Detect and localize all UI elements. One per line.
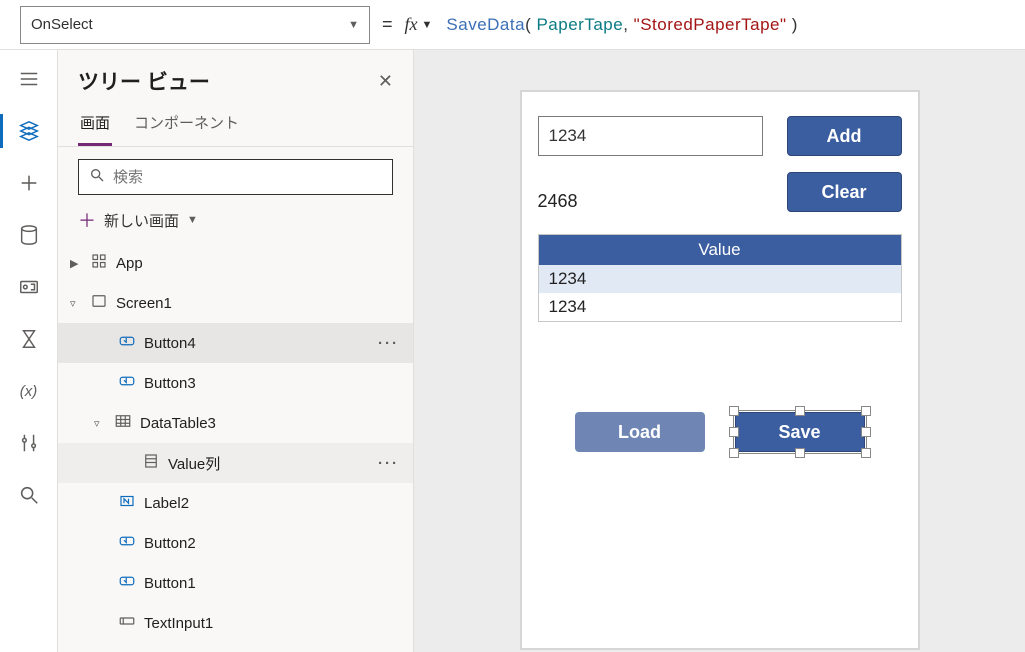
chevron-down-icon: ▼	[187, 214, 198, 226]
add-button-label: Add	[827, 126, 862, 147]
tree-view-pane: ツリー ビュー ✕ 画面 コンポーネント ＋ 新しい画面 ▼ ▶ App ▿	[58, 50, 414, 652]
clear-button-label: Clear	[821, 182, 866, 203]
label2-control: 2468	[538, 191, 578, 212]
powerfx-icon[interactable]	[18, 328, 40, 350]
tree-item-button2[interactable]: Button2	[58, 523, 413, 563]
formula-ident: PaperTape	[536, 15, 623, 34]
save-button-selected[interactable]: Save	[735, 412, 865, 452]
tree-item-label: DataTable3	[140, 415, 216, 432]
textinput-icon	[118, 612, 136, 634]
clear-button[interactable]: Clear	[787, 172, 902, 212]
screen-icon	[90, 292, 108, 314]
tree-view-icon[interactable]	[18, 120, 40, 142]
load-button-label: Load	[618, 422, 661, 443]
hamburger-icon[interactable]	[18, 68, 40, 90]
tree-item-valuecol[interactable]: Value列 ···	[58, 443, 413, 483]
tab-screens[interactable]: 画面	[78, 104, 112, 146]
chevron-down-icon[interactable]: ▼	[422, 19, 433, 31]
screen-canvas[interactable]: 1234 Add 2468 Clear Value 1234 1234 Loa	[520, 90, 920, 650]
fx-label[interactable]: fx	[405, 14, 418, 35]
save-button[interactable]: Save	[735, 412, 865, 452]
more-icon[interactable]: ···	[378, 335, 399, 352]
tree-search-input[interactable]	[113, 169, 382, 186]
resize-handle[interactable]	[795, 448, 805, 458]
datatable-row[interactable]: 1234	[539, 293, 901, 321]
tree-view-title: ツリー ビュー	[78, 66, 210, 96]
equals-sign: =	[382, 14, 393, 35]
more-icon[interactable]: ···	[378, 455, 399, 472]
variables-icon[interactable]: (x)	[18, 380, 40, 402]
resize-handle[interactable]	[861, 427, 871, 437]
search-icon[interactable]	[18, 484, 40, 506]
resize-handle[interactable]	[861, 406, 871, 416]
chevron-down-icon: ▼	[348, 19, 359, 31]
tree-item-app[interactable]: ▶ App	[58, 243, 413, 283]
chevron-down-icon[interactable]: ▿	[70, 297, 82, 310]
resize-handle[interactable]	[729, 427, 739, 437]
datatable3-control[interactable]: Value 1234 1234	[538, 234, 902, 322]
resize-handle[interactable]	[861, 448, 871, 458]
tree-item-label: App	[116, 255, 143, 272]
button-icon	[118, 332, 136, 354]
tree-item-button4[interactable]: Button4 ···	[58, 323, 413, 363]
chevron-right-icon[interactable]: ▶	[70, 257, 82, 270]
insert-icon[interactable]	[18, 172, 40, 194]
resize-handle[interactable]	[729, 448, 739, 458]
tree-item-label: Label2	[144, 495, 189, 512]
tree-search-box[interactable]	[78, 159, 393, 195]
tree-item-label: TextInput1	[144, 615, 213, 632]
canvas-area[interactable]: 1234 Add 2468 Clear Value 1234 1234 Loa	[414, 50, 1025, 652]
tree-item-screen1[interactable]: ▿ Screen1	[58, 283, 413, 323]
tree-item-button1[interactable]: Button1	[58, 563, 413, 603]
formula-bar[interactable]: SaveData( PaperTape, "StoredPaperTape" )	[446, 15, 798, 35]
resize-handle[interactable]	[795, 406, 805, 416]
app-icon	[90, 252, 108, 274]
tree-item-label: Screen1	[116, 295, 172, 312]
new-screen-label: 新しい画面	[104, 210, 179, 231]
add-button[interactable]: Add	[787, 116, 902, 156]
tree-list: ▶ App ▿ Screen1 Button4 ··· Button3 ▿	[58, 243, 413, 652]
textinput1-control[interactable]: 1234	[538, 116, 763, 156]
label-icon	[118, 492, 136, 514]
button-icon	[118, 532, 136, 554]
property-dropdown-value: OnSelect	[31, 16, 93, 33]
textinput1-value: 1234	[549, 126, 587, 146]
plus-icon: ＋	[78, 207, 96, 233]
formula-fn: SaveData	[446, 15, 525, 34]
button-icon	[118, 372, 136, 394]
search-icon	[89, 167, 105, 188]
datatable-icon	[114, 412, 132, 434]
tree-item-datatable3[interactable]: ▿ DataTable3	[58, 403, 413, 443]
new-screen-button[interactable]: ＋ 新しい画面 ▼	[58, 201, 413, 243]
formula-string: "StoredPaperTape"	[634, 15, 787, 34]
load-button[interactable]: Load	[575, 412, 705, 452]
media-icon[interactable]	[18, 276, 40, 298]
datatable-row[interactable]: 1234	[539, 265, 901, 293]
chevron-down-icon[interactable]: ▿	[94, 417, 106, 430]
property-dropdown[interactable]: OnSelect ▼	[20, 6, 370, 44]
datatable-header: Value	[539, 235, 901, 265]
tree-item-button3[interactable]: Button3	[58, 363, 413, 403]
button-icon	[118, 572, 136, 594]
tools-icon[interactable]	[18, 432, 40, 454]
resize-handle[interactable]	[729, 406, 739, 416]
column-icon	[142, 452, 160, 474]
save-button-label: Save	[778, 422, 820, 443]
tree-item-label: Button2	[144, 535, 196, 552]
tree-item-textinput1[interactable]: TextInput1	[58, 603, 413, 643]
tree-item-label: Value列	[168, 453, 220, 474]
tree-item-label: Button3	[144, 375, 196, 392]
close-icon[interactable]: ✕	[378, 71, 393, 92]
tree-item-label2[interactable]: Label2	[58, 483, 413, 523]
left-rail: (x)	[0, 50, 58, 652]
data-icon[interactable]	[18, 224, 40, 246]
tab-components[interactable]: コンポーネント	[132, 104, 241, 146]
tree-item-label: Button1	[144, 575, 196, 592]
tree-item-label: Button4	[144, 335, 196, 352]
